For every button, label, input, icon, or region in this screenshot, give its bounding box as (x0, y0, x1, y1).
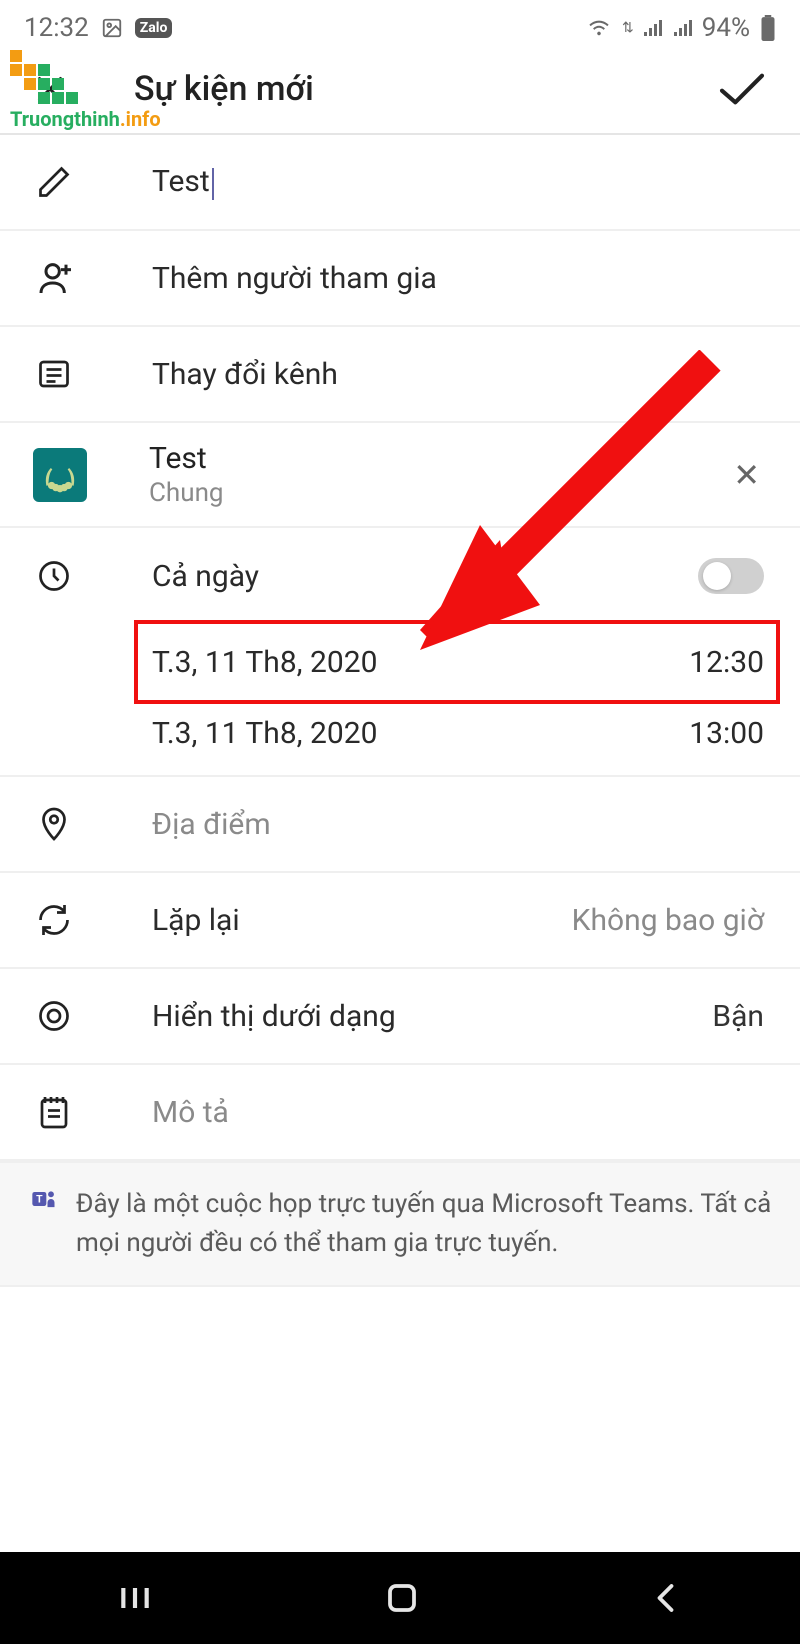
battery-icon (760, 15, 776, 41)
team-sub: Chung (149, 478, 729, 508)
add-participants-row[interactable]: Thêm người tham gia (0, 231, 800, 327)
data-icon: ⇅ (622, 20, 632, 36)
all-day-label: Cả ngày (152, 559, 698, 594)
watermark: Truongthinh.info (10, 50, 161, 131)
status-bar: 12:32 Zalo ⇅ 94% (0, 0, 800, 55)
location-label: Địa điểm (152, 807, 764, 842)
nav-back[interactable] (649, 1580, 685, 1616)
clock-icon (36, 558, 84, 594)
show-as-icon (36, 998, 84, 1034)
page-title: Sự kiện mới (134, 69, 716, 109)
add-person-icon (36, 258, 84, 298)
change-channel-row[interactable]: Thay đổi kênh (0, 327, 800, 423)
confirm-button[interactable] (716, 69, 776, 109)
description-row[interactable]: Mô tả (0, 1065, 800, 1161)
all-day-row: Cả ngày (0, 528, 800, 624)
start-date[interactable]: T.3, 11 Th8, 2020 (152, 645, 689, 680)
nav-recents[interactable] (115, 1578, 155, 1618)
repeat-value: Không bao giờ (572, 903, 764, 938)
signal-icon-1 (642, 18, 662, 38)
svg-text:T: T (36, 1193, 43, 1206)
pencil-icon (36, 164, 84, 200)
start-time[interactable]: 12:30 (689, 645, 764, 680)
repeat-icon (36, 902, 84, 938)
team-avatar (33, 448, 87, 502)
gallery-icon (101, 17, 123, 39)
location-icon (36, 806, 84, 842)
change-channel-label: Thay đổi kênh (152, 357, 764, 392)
show-as-row[interactable]: Hiển thị dưới dạng Bận (0, 969, 800, 1065)
team-row[interactable]: Test Chung ✕ (0, 423, 800, 528)
battery-text: 94% (702, 13, 750, 43)
end-time[interactable]: 13:00 (689, 716, 764, 751)
start-datetime-row[interactable]: T.3, 11 Th8, 2020 12:30 (0, 624, 800, 700)
repeat-row[interactable]: Lặp lại Không bao giờ (0, 873, 800, 969)
nav-home[interactable] (384, 1580, 420, 1616)
zalo-icon: Zalo (135, 18, 173, 38)
location-row[interactable]: Địa điểm (0, 777, 800, 873)
repeat-label: Lặp lại (152, 903, 572, 938)
all-day-toggle[interactable] (698, 558, 764, 594)
signal-icon-2 (672, 18, 692, 38)
teams-icon: T (30, 1185, 58, 1213)
nav-bar (0, 1552, 800, 1644)
remove-team-button[interactable]: ✕ (729, 456, 764, 494)
team-name: Test (149, 441, 729, 476)
description-label: Mô tả (152, 1095, 764, 1130)
show-as-label: Hiển thị dưới dạng (152, 999, 712, 1034)
title-input[interactable]: Test (152, 164, 764, 199)
title-row[interactable]: Test (0, 135, 800, 231)
channel-icon (36, 356, 84, 392)
end-datetime-row[interactable]: T.3, 11 Th8, 2020 13:00 (0, 700, 800, 777)
add-participants-label: Thêm người tham gia (152, 261, 764, 296)
text-cursor (212, 168, 214, 200)
wifi-icon (586, 17, 612, 39)
notes-icon (36, 1094, 84, 1130)
show-as-value: Bận (712, 999, 764, 1034)
end-date[interactable]: T.3, 11 Th8, 2020 (152, 716, 689, 751)
teams-note-text: Đây là một cuộc họp trực tuyến qua Micro… (76, 1185, 772, 1263)
status-time: 12:32 (24, 13, 89, 43)
teams-note: T Đây là một cuộc họp trực tuyến qua Mic… (0, 1161, 800, 1287)
